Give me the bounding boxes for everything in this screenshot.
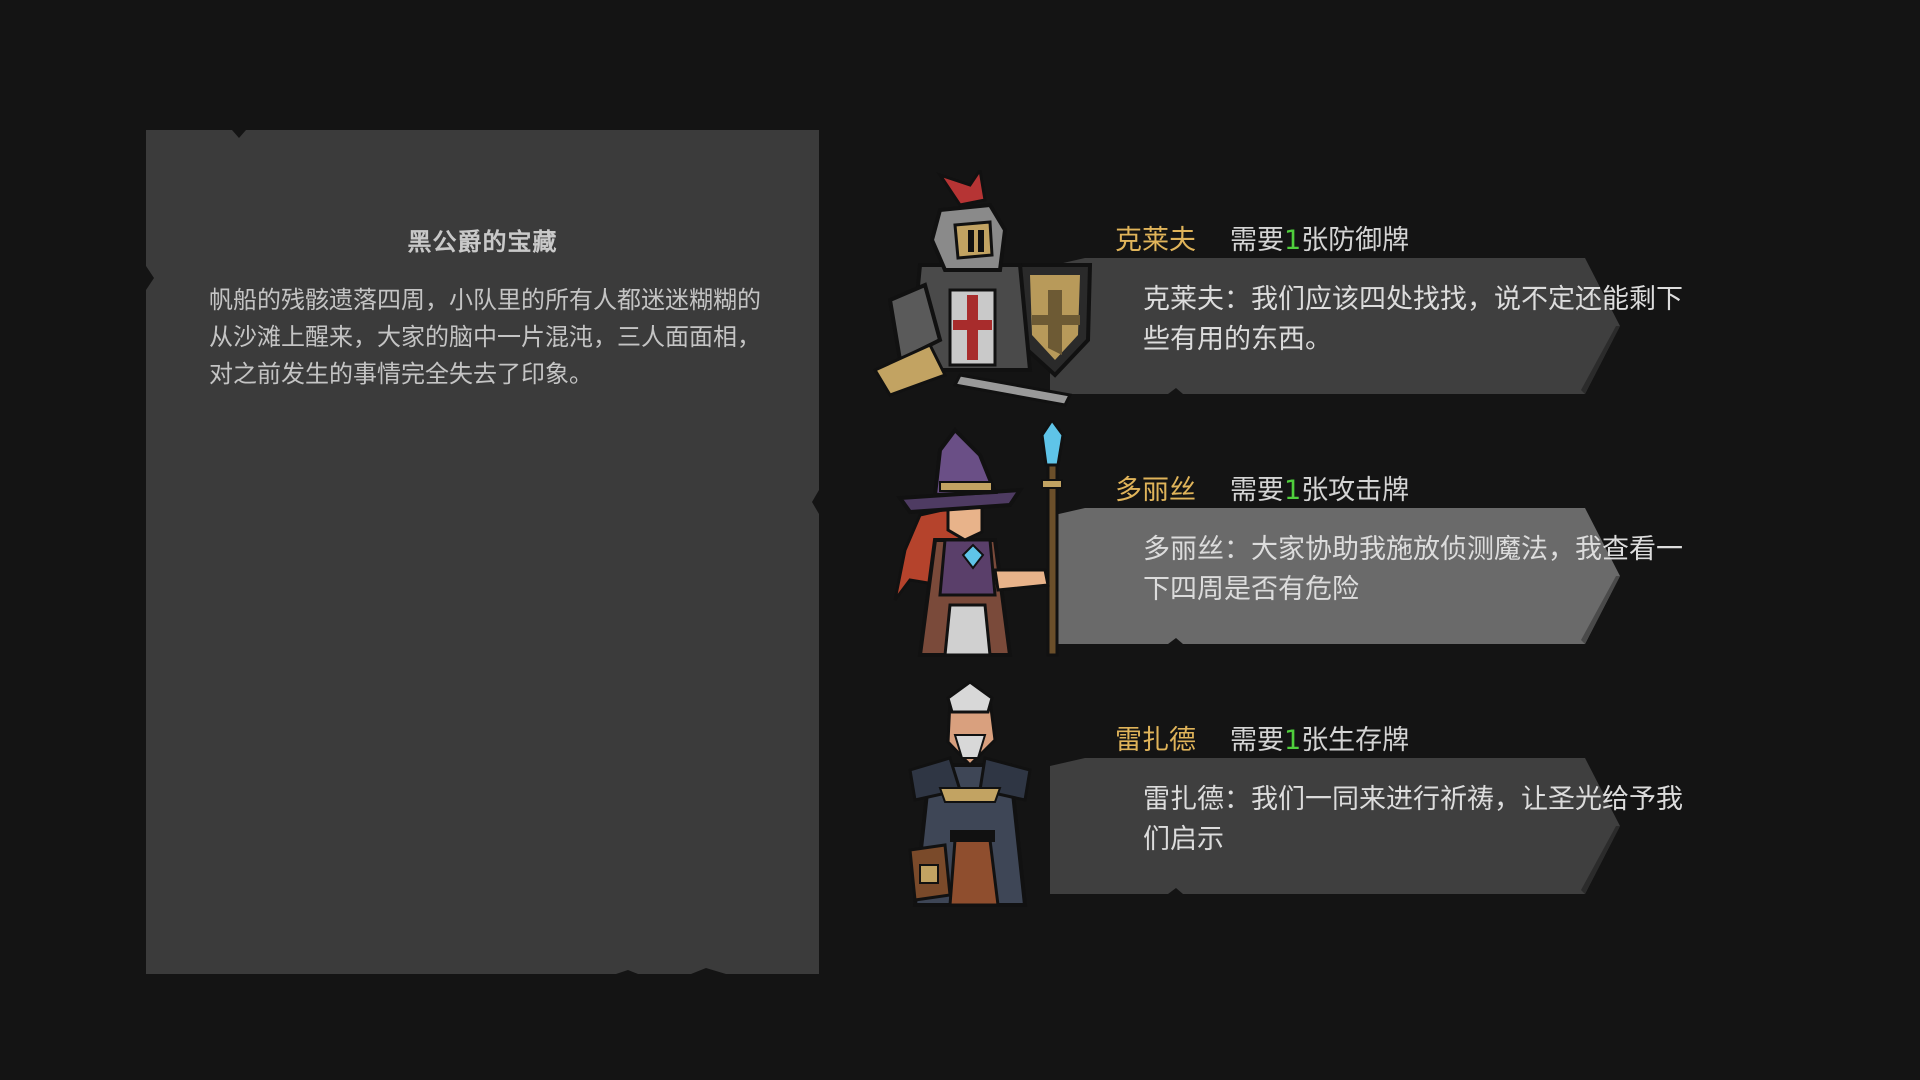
- witch-portrait-icon: [893, 420, 1065, 657]
- card-requirement: 需要1张生存牌: [1230, 725, 1410, 756]
- character-header: 多丽丝 需要1张攻击牌: [1115, 468, 1409, 507]
- character-name: 雷扎德: [1115, 725, 1196, 756]
- character-dialogue: 克莱夫：我们应该四处找找，说不定还能剩下些有用的东西。: [1143, 284, 1683, 355]
- card-count: 1: [1284, 225, 1302, 256]
- story-title: 黑公爵的宝藏: [407, 228, 558, 256]
- knight-portrait-icon: [872, 170, 1093, 407]
- card-count: 1: [1284, 725, 1302, 756]
- character-name: 克莱夫: [1115, 225, 1196, 256]
- character-row-doris[interactable]: 多丽丝 需要1张攻击牌 多丽丝：大家协助我施放侦测魔法，我查看一下四周是否有危险: [870, 420, 1750, 660]
- story-panel: 黑公爵的宝藏 帆船的残骸遗落四周，小队里的所有人都迷迷糊糊的从沙滩上醒来，大家的…: [146, 130, 819, 974]
- character-header: 雷扎德 需要1张生存牌: [1115, 718, 1409, 757]
- card-requirement: 需要1张防御牌: [1230, 225, 1410, 256]
- character-row-clive[interactable]: 克莱夫 需要1张防御牌 克莱夫：我们应该四处找找，说不定还能剩下些有用的东西。: [870, 170, 1750, 410]
- character-header: 克莱夫 需要1张防御牌: [1115, 218, 1409, 257]
- character-row-rezard[interactable]: 雷扎德 需要1张生存牌 雷扎德：我们一同来进行祈祷，让圣光给予我们启示: [870, 670, 1750, 910]
- story-body: 帆船的残骸遗落四周，小队里的所有人都迷迷糊糊的从沙滩上醒来，大家的脑中一片混沌，…: [209, 286, 761, 388]
- card-requirement: 需要1张攻击牌: [1230, 475, 1410, 506]
- character-name: 多丽丝: [1115, 475, 1196, 506]
- character-dialogue: 多丽丝：大家协助我施放侦测魔法，我查看一下四周是否有危险: [1143, 534, 1683, 605]
- character-dialogue: 雷扎德：我们一同来进行祈祷，让圣光给予我们启示: [1143, 784, 1683, 855]
- priest-portrait-icon: [908, 680, 1032, 907]
- card-count: 1: [1284, 475, 1302, 506]
